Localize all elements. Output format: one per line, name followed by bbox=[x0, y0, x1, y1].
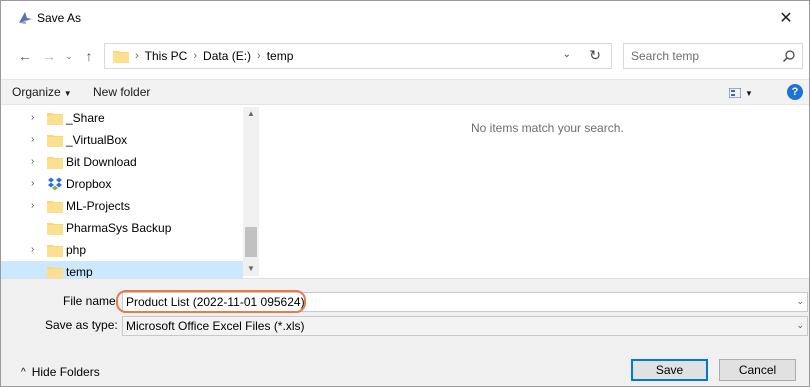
cancel-button[interactable]: Cancel bbox=[719, 359, 796, 381]
nav-item-label: _Share bbox=[66, 111, 105, 125]
hide-folders-button[interactable]: ^ Hide Folders bbox=[21, 365, 100, 379]
back-button[interactable]: ← bbox=[17, 47, 33, 65]
chevron-right-icon[interactable]: › bbox=[31, 178, 34, 189]
chevron-right-icon[interactable]: › bbox=[31, 244, 34, 255]
save-as-app-icon bbox=[19, 12, 32, 24]
view-icon bbox=[729, 88, 741, 98]
address-dropdown-icon[interactable]: ⌄ bbox=[563, 49, 571, 60]
save-button[interactable]: Save bbox=[631, 359, 708, 381]
chevron-right-icon[interactable]: › bbox=[31, 156, 34, 167]
organize-button[interactable]: Organize ▼ bbox=[12, 85, 72, 99]
organize-label: Organize bbox=[12, 85, 61, 99]
chevron-down-icon[interactable]: ⌄ bbox=[796, 320, 804, 331]
nav-item-label: _VirtualBox bbox=[66, 133, 128, 147]
recent-locations-button[interactable]: ⌄ bbox=[61, 47, 77, 65]
arrow-up-icon: ↑ bbox=[85, 48, 93, 64]
nav-item-label: php bbox=[66, 243, 87, 257]
folder-icon bbox=[47, 267, 63, 279]
close-button[interactable]: ✕ bbox=[763, 1, 809, 35]
breadcrumb-separator-icon: › bbox=[257, 50, 261, 62]
refresh-icon[interactable]: ↻ bbox=[589, 47, 601, 64]
folder-tree: › _Share › _VirtualBox › Bit Download › Dropbox… bbox=[1, 107, 243, 283]
save-type-select[interactable]: Microsoft Office Excel Files (*.xls) ⌄ bbox=[122, 316, 808, 336]
search-input[interactable] bbox=[631, 48, 771, 64]
chevron-down-icon: ⌄ bbox=[65, 50, 73, 61]
title-bar: Save As ✕ bbox=[1, 1, 809, 35]
help-icon: ? bbox=[791, 86, 799, 98]
new-folder-button[interactable]: New folder bbox=[93, 85, 150, 99]
address-row: ← → ⌄ ↑ › This PC › Data (E:) › temp ⌄ ↻… bbox=[1, 41, 809, 71]
nav-item-bit-download[interactable]: › Bit Download bbox=[1, 151, 243, 173]
chevron-down-icon[interactable]: ⌄ bbox=[796, 296, 804, 307]
chevron-right-icon[interactable]: › bbox=[31, 112, 34, 123]
breadcrumb-item-temp[interactable]: temp bbox=[267, 49, 294, 63]
nav-item-label: ML-Projects bbox=[66, 199, 131, 213]
file-name-label: File name: bbox=[63, 294, 120, 308]
chevron-right-icon[interactable]: › bbox=[31, 134, 34, 145]
hide-folders-label: Hide Folders bbox=[31, 365, 100, 379]
folder-icon bbox=[47, 113, 63, 125]
nav-item-pharmasys-backup[interactable]: PharmaSys Backup bbox=[1, 217, 243, 239]
nav-item-virtualbox[interactable]: › _VirtualBox bbox=[1, 129, 243, 151]
breadcrumb-item-this-pc[interactable]: This PC bbox=[145, 49, 188, 63]
help-button[interactable]: ? bbox=[787, 84, 803, 100]
arrow-left-icon: ← bbox=[18, 48, 32, 64]
nav-item-dropbox[interactable]: › Dropbox bbox=[1, 173, 243, 195]
nav-item-label: Bit Download bbox=[66, 155, 137, 169]
search-box[interactable] bbox=[623, 43, 803, 69]
scroll-down-icon[interactable]: ▼ bbox=[243, 262, 259, 276]
folder-icon bbox=[47, 157, 63, 169]
close-icon: ✕ bbox=[779, 10, 793, 27]
dropbox-icon bbox=[48, 177, 62, 191]
folder-icon bbox=[113, 51, 129, 63]
nav-scrollbar[interactable]: ▲ ▼ bbox=[243, 107, 259, 276]
command-toolbar: Organize ▼ New folder ▼ ? bbox=[1, 79, 809, 105]
up-button[interactable]: ↑ bbox=[81, 47, 97, 65]
save-type-value: Microsoft Office Excel Files (*.xls) bbox=[126, 319, 305, 333]
save-as-dialog: Save As ✕ ← → ⌄ ↑ › This PC › Data (E:) … bbox=[0, 0, 810, 387]
folder-icon bbox=[47, 201, 63, 213]
nav-item-label: temp bbox=[66, 265, 93, 279]
breadcrumb-item-data-e[interactable]: Data (E:) bbox=[203, 49, 251, 63]
arrow-right-icon: → bbox=[42, 48, 56, 64]
scroll-up-icon[interactable]: ▲ bbox=[243, 107, 259, 121]
folder-icon bbox=[47, 245, 63, 257]
save-options-panel: File name: Product List (2022-11-01 0956… bbox=[1, 278, 809, 386]
nav-item-label: PharmaSys Backup bbox=[66, 221, 172, 235]
save-type-label: Save as type: bbox=[45, 318, 118, 332]
search-icon[interactable] bbox=[782, 49, 796, 63]
breadcrumb: › This PC › Data (E:) › temp bbox=[135, 49, 293, 63]
forward-button[interactable]: → bbox=[41, 47, 57, 65]
address-bar[interactable]: › This PC › Data (E:) › temp ⌄ ↻ bbox=[104, 43, 612, 69]
folder-icon bbox=[47, 135, 63, 147]
file-name-field[interactable]: Product List (2022-11-01 095624) ⌄ bbox=[122, 292, 808, 312]
caret-down-icon: ▼ bbox=[745, 88, 753, 98]
chevron-up-icon: ^ bbox=[21, 366, 26, 378]
breadcrumb-separator-icon: › bbox=[135, 50, 139, 62]
nav-item-share[interactable]: › _Share bbox=[1, 107, 243, 129]
breadcrumb-separator-icon: › bbox=[193, 50, 198, 62]
change-view-button[interactable]: ▼ bbox=[729, 85, 759, 101]
window-title: Save As bbox=[37, 11, 82, 25]
scrollbar-thumb[interactable] bbox=[245, 227, 257, 257]
nav-item-ml-projects[interactable]: › ML-Projects bbox=[1, 195, 243, 217]
nav-item-php[interactable]: › php bbox=[1, 239, 243, 261]
folder-icon bbox=[47, 223, 63, 235]
caret-down-icon: ▼ bbox=[63, 89, 72, 98]
empty-results-message: No items match your search. bbox=[471, 121, 624, 135]
file-name-input[interactable]: Product List (2022-11-01 095624) bbox=[126, 295, 305, 309]
nav-item-label: Dropbox bbox=[66, 177, 112, 191]
chevron-right-icon[interactable]: › bbox=[31, 200, 34, 211]
